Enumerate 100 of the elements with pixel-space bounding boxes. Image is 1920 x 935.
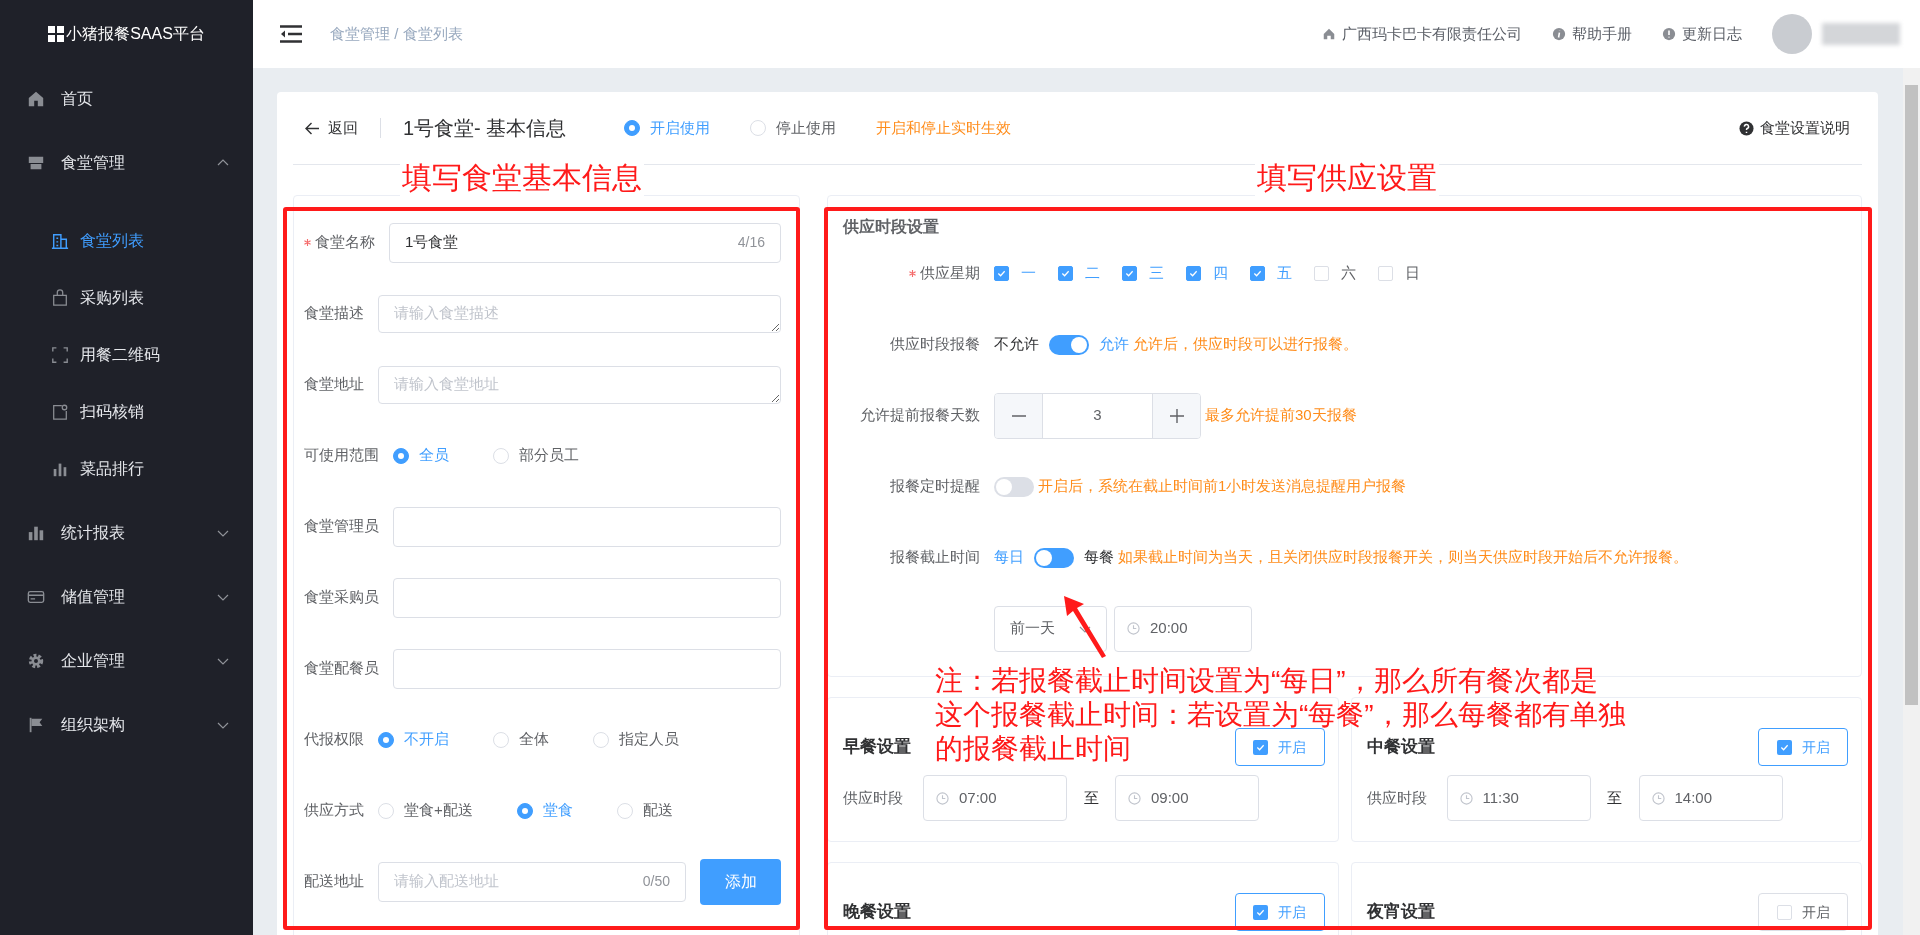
field-label: 供应时段 xyxy=(1366,787,1428,808)
time-field[interactable]: 14:00 xyxy=(1638,775,1783,821)
back-link[interactable]: 返回 xyxy=(305,116,358,140)
field-label: 食堂描述 xyxy=(304,303,364,324)
sidebar-item[interactable]: 企业管理 xyxy=(0,629,253,693)
text-field[interactable] xyxy=(393,648,781,689)
field-label: 报餐截止时间 xyxy=(890,547,980,568)
switch-label: 不允许 xyxy=(994,334,1039,355)
clock-icon xyxy=(1459,791,1473,805)
radio-option[interactable]: 配送 xyxy=(616,799,673,822)
flag-icon xyxy=(27,716,45,734)
sidebar-item[interactable]: 储值管理 xyxy=(0,565,253,629)
annotation-text: 填写供应设置 xyxy=(1255,160,1439,196)
header-link[interactable]: 更新日志 xyxy=(1662,22,1742,46)
meal-title: 夜宵设置 xyxy=(1366,901,1435,924)
scrollbar[interactable] xyxy=(1903,68,1920,935)
enable-checkbox-button[interactable]: 开启 xyxy=(1758,893,1848,931)
hint-text: 最多允许提前30天报餐 xyxy=(1205,405,1357,426)
text-input[interactable]: 请输入配送地址 xyxy=(394,870,643,893)
header-link[interactable]: 广西玛卡巴卡有限责任公司 xyxy=(1322,22,1522,46)
clock-icon xyxy=(936,791,949,805)
sidebar-subitem[interactable]: 用餐二维码 xyxy=(0,326,253,383)
store-icon xyxy=(27,154,45,172)
radio-option[interactable]: 部分员工 xyxy=(493,444,579,467)
toggle-switch[interactable] xyxy=(994,476,1034,497)
radio-option[interactable]: 指定人员 xyxy=(593,728,679,751)
pointer-arrow xyxy=(1062,594,1108,660)
radio-option[interactable]: 堂食+配送 xyxy=(378,799,473,822)
hint-text: 开启后，系统在截止时间前1小时发送消息提醒用户报餐 xyxy=(1038,476,1407,497)
field-label: 食堂采购员 xyxy=(304,587,379,608)
toggle-switch[interactable] xyxy=(1049,334,1089,355)
time-field[interactable]: 11:30 xyxy=(1446,775,1591,821)
sidebar-item[interactable]: 食堂管理 xyxy=(0,131,253,195)
character-counter: 4/16 xyxy=(737,233,765,252)
number-stepper[interactable]: 3 xyxy=(994,392,1201,439)
hint-text: 如果截止时间为当天，且关闭供应时段报餐开关，则当天供应时段开始后不允许报餐。 xyxy=(1118,547,1688,568)
toggle-switch[interactable] xyxy=(1034,547,1074,568)
meal-title: 中餐设置 xyxy=(1366,736,1435,759)
weekday-checkbox[interactable]: 日 xyxy=(1378,262,1420,285)
field-label: 报餐定时提醒 xyxy=(890,476,980,497)
field-label: 供应时段报餐 xyxy=(890,334,980,355)
field-label: 代报权限 xyxy=(304,729,364,750)
separator-text: 至 xyxy=(1082,787,1100,808)
field-label: 供应星期 xyxy=(920,263,980,284)
building-icon xyxy=(51,231,69,250)
time-field[interactable]: 20:00 xyxy=(1114,605,1252,652)
text-field[interactable]: 1号食堂 4/16 xyxy=(389,222,781,263)
section-title: 供应时段设置 xyxy=(841,217,940,237)
sidebar-subitem[interactable]: 食堂列表 xyxy=(0,212,253,269)
time-field[interactable]: 07:00 xyxy=(923,775,1067,821)
field-label: 食堂名称 xyxy=(315,232,375,253)
app-logo-text: 小猪报餐SAAS平台 xyxy=(66,23,205,44)
clock-icon xyxy=(1127,622,1140,635)
home-icon xyxy=(27,90,45,108)
switch-label: 每日 xyxy=(994,547,1024,568)
field-label: 食堂管理员 xyxy=(304,516,379,537)
text-area[interactable]: 请输入食堂地址 xyxy=(378,365,781,404)
field-label: 食堂地址 xyxy=(304,374,364,395)
help-icon xyxy=(1739,120,1754,136)
switch-label: 每餐 xyxy=(1084,547,1114,568)
sidebar-subitem[interactable]: 扫码核销 xyxy=(0,383,253,440)
text-field[interactable] xyxy=(393,506,781,547)
bag-icon xyxy=(51,288,69,307)
info-icon xyxy=(1552,27,1566,41)
time-field[interactable]: 09:00 xyxy=(1115,775,1259,821)
annotation-note-line: 的报餐截止时间 xyxy=(935,732,1131,766)
sidebar-item[interactable]: 统计报表 xyxy=(0,501,253,565)
alert-icon xyxy=(1662,27,1676,41)
text-area[interactable]: 请输入食堂描述 xyxy=(378,294,781,333)
hint-text: 允许后，供应时段可以进行报餐。 xyxy=(1133,334,1358,355)
header-link[interactable]: 帮助手册 xyxy=(1552,22,1632,46)
meal-title: 晚餐设置 xyxy=(843,901,911,924)
arrow-left-icon xyxy=(305,121,320,135)
sidebar-subitem[interactable]: 采购列表 xyxy=(0,269,253,326)
radio-option[interactable]: 全体 xyxy=(493,728,549,751)
sidebar-item[interactable]: 首页 xyxy=(0,67,253,131)
field-label: 食堂配餐员 xyxy=(304,658,379,679)
field-label: 允许提前报餐天数 xyxy=(860,405,980,426)
decrement-button[interactable] xyxy=(995,393,1043,438)
breadcrumb: 食堂管理 / 食堂列表 xyxy=(330,23,463,44)
radio-option[interactable]: 停止使用 xyxy=(750,116,837,140)
increment-button[interactable] xyxy=(1152,393,1200,438)
annotation-text: 填写食堂基本信息 xyxy=(400,160,644,196)
sidebar-subitem[interactable]: 菜品排行 xyxy=(0,440,253,497)
number-input[interactable]: 3 xyxy=(1043,393,1152,438)
avatar-placeholder[interactable] xyxy=(1772,14,1812,54)
annotation-note-line: 注：若报餐截止时间设置为“每日”，那么所有餐次都是 xyxy=(935,664,1598,698)
grid-logo-icon xyxy=(48,25,65,42)
help-link[interactable]: 食堂设置说明 xyxy=(1739,116,1850,140)
clock-icon xyxy=(1128,791,1141,805)
clock-icon xyxy=(1651,791,1665,805)
weekday-checkbox[interactable]: 六 xyxy=(1314,262,1356,285)
settings-icon xyxy=(27,652,45,670)
character-counter: 0/50 xyxy=(642,872,670,891)
home-icon xyxy=(1322,27,1336,41)
text-input[interactable]: 1号食堂 xyxy=(405,231,738,254)
sidebar-item[interactable]: 组织架构 xyxy=(0,693,253,757)
bar-chart-icon xyxy=(27,524,45,542)
square-dot-icon xyxy=(51,402,69,421)
text-field[interactable] xyxy=(393,577,781,618)
